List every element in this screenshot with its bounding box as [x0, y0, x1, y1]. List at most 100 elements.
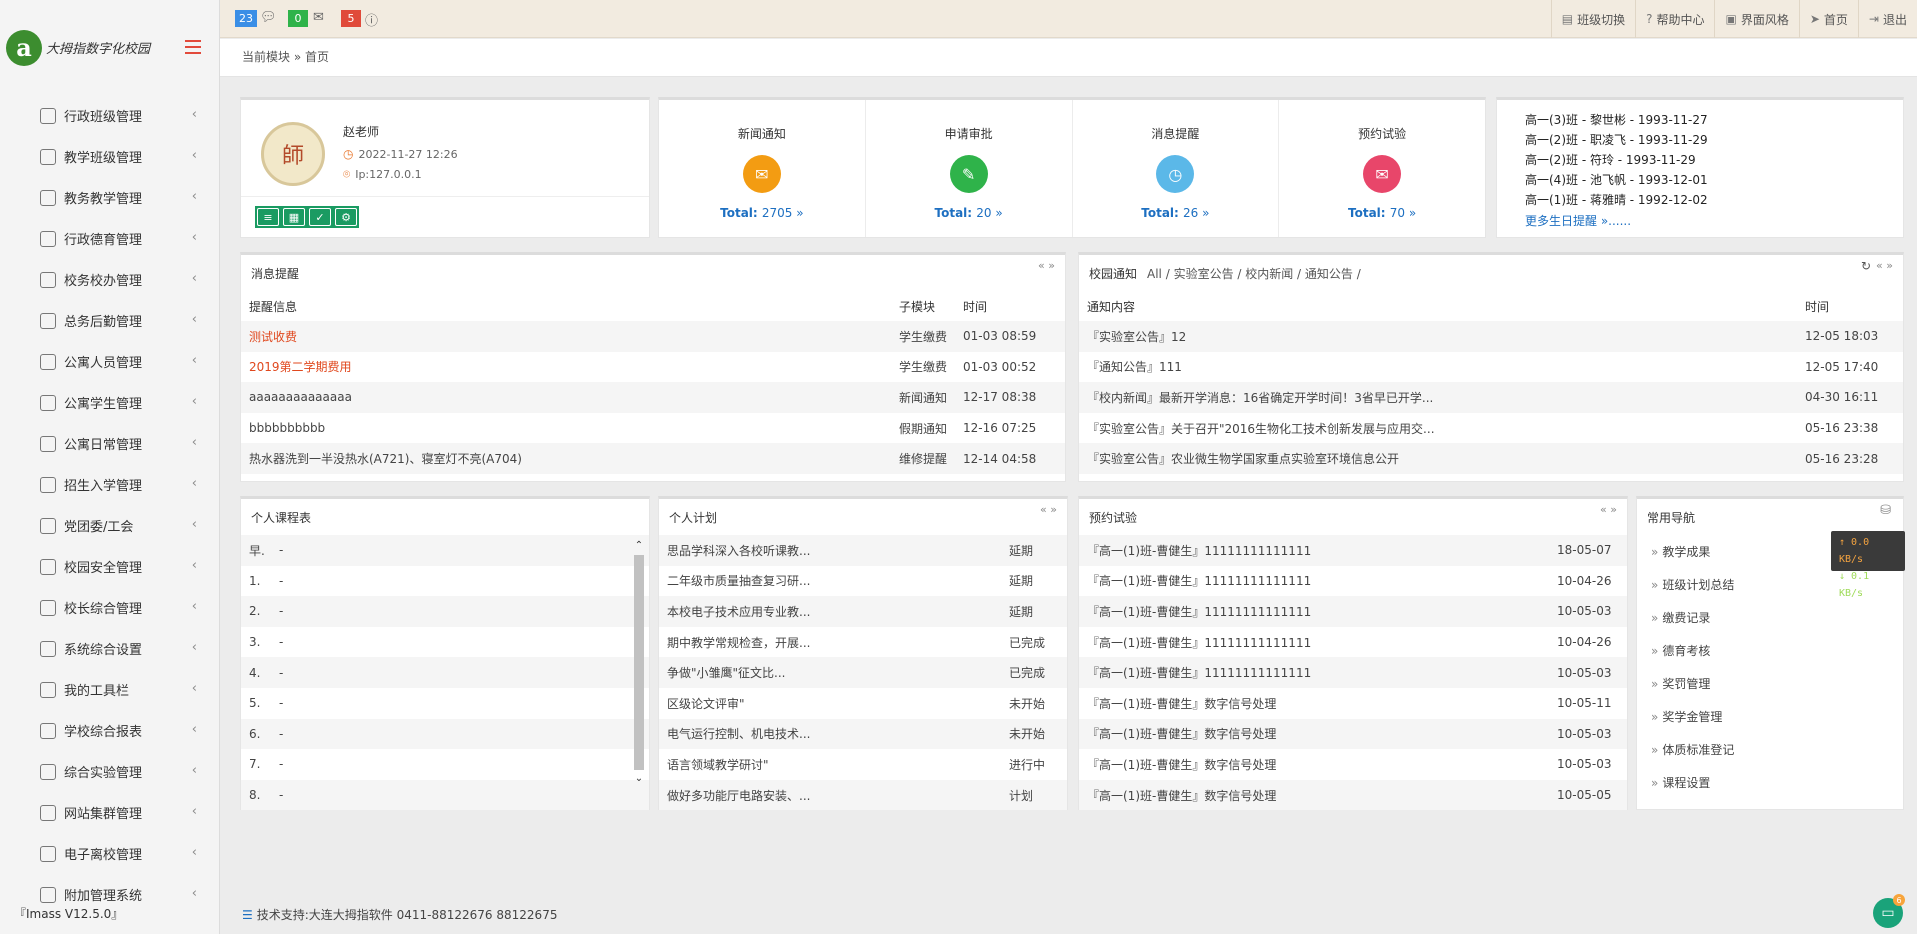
refresh-icon[interactable]: ↻	[1861, 259, 1871, 273]
sidebar-item[interactable]: 网站集群管理 ‹	[0, 792, 219, 833]
sidebar-item[interactable]: 校园安全管理 ‹	[0, 546, 219, 587]
sidebar-item[interactable]: 校务校办管理 ‹	[0, 259, 219, 300]
quicknav-item[interactable]: » 德育考核	[1637, 634, 1903, 667]
mail-icon[interactable]: ✉	[313, 10, 329, 25]
table-row[interactable]: 『高一(1)班-曹健生』11111111111111 10-05-03	[1079, 596, 1627, 627]
chat-widget-button[interactable]: ▭ 6	[1873, 894, 1905, 928]
table-row[interactable]: 『实验室公告』关于召开"2016生物化工技术创新发展与应用交... 05-16 2…	[1079, 413, 1903, 444]
notice-content[interactable]: 『实验室公告』关于召开"2016生物化工技术创新发展与应用交...	[1079, 413, 1797, 444]
schedule-scroll-area[interactable]: 早. -1. -2. -3. -4. -5. -6. -7. -8. - ⌃ ⌄	[241, 535, 649, 811]
message-info[interactable]: 测试收费	[241, 321, 891, 352]
reserve-name[interactable]: 『高一(1)班-曹健生』11111111111111	[1079, 535, 1549, 566]
stat-total[interactable]: Total: 20 »	[866, 206, 1072, 220]
check-action-icon[interactable]: ✓	[309, 208, 331, 226]
table-row[interactable]: 本校电子技术应用专业教... 延期	[659, 596, 1067, 627]
mail-count-badge[interactable]: 0	[288, 10, 308, 27]
notice-content[interactable]: 『实验室公告』12	[1079, 321, 1797, 352]
sidebar-item[interactable]: 公寓人员管理 ‹	[0, 341, 219, 382]
stat-total[interactable]: Total: 2705 »	[659, 206, 865, 220]
stat-total[interactable]: Total: 26 »	[1073, 206, 1279, 220]
theme-link[interactable]: ▣ 界面风格	[1714, 0, 1798, 38]
sidebar-item[interactable]: 校长综合管理 ‹	[0, 587, 219, 628]
collapse-arrows-icon[interactable]: « »	[1040, 503, 1057, 516]
table-row[interactable]: 争做"小雏鹰"征文比... 已完成	[659, 657, 1067, 688]
collapse-arrows-icon[interactable]: « »	[1600, 503, 1617, 516]
brand-logo[interactable]: a 大拇指数字化校园	[0, 0, 219, 95]
table-row[interactable]: 『实验室公告』12 12-05 18:03	[1079, 321, 1903, 352]
table-row[interactable]: 『高一(1)班-曹健生』数字信号处理 10-05-11	[1079, 688, 1627, 719]
sidebar-item[interactable]: 行政德育管理 ‹	[0, 218, 219, 259]
id-card-action-icon[interactable]: ▦	[283, 208, 305, 226]
settings-action-icon[interactable]: ⚙	[335, 208, 357, 226]
reserve-name[interactable]: 『高一(1)班-曹健生』数字信号处理	[1079, 749, 1549, 780]
notice-category-filter[interactable]: All / 实验室公告 / 校内新闻 / 通知公告 /	[1147, 265, 1361, 282]
notice-content[interactable]: 『通知公告』111	[1079, 352, 1797, 383]
reserve-name[interactable]: 『高一(1)班-曹健生』11111111111111	[1079, 566, 1549, 597]
table-row[interactable]: 『高一(1)班-曹健生』11111111111111 10-05-03	[1079, 657, 1627, 688]
table-row[interactable]: 『校内新闻』最新开学消息：16省确定开学时间！3省早已开学... 04-30 16…	[1079, 382, 1903, 413]
message-count-badge[interactable]: 23	[235, 10, 257, 27]
plan-name[interactable]: 区级论文评审"	[659, 688, 1001, 719]
stat-card[interactable]: 消息提醒 ◷ Total: 26 »	[1073, 100, 1280, 237]
sidebar-item[interactable]: 教务教学管理 ‹	[0, 177, 219, 218]
table-row[interactable]: 『高一(1)班-曹健生』11111111111111 10-04-26	[1079, 566, 1627, 597]
plan-name[interactable]: 争做"小雏鹰"征文比...	[659, 657, 1001, 688]
sidebar-item[interactable]: 综合实验管理 ‹	[0, 751, 219, 792]
stat-total[interactable]: Total: 70 »	[1279, 206, 1485, 220]
database-settings-icon[interactable]: ⛁	[1880, 503, 1891, 518]
schedule-scrollbar[interactable]: ⌃ ⌄	[633, 539, 645, 799]
alert-count-badge[interactable]: 5	[341, 10, 361, 27]
info-icon[interactable]: ⓘ	[365, 10, 381, 29]
table-row[interactable]: aaaaaaaaaaaaaa 新闻通知 12-17 08:38	[241, 382, 1065, 413]
table-row[interactable]: 『实验室公告』农业微生物学国家重点实验室环境信息公开 05-16 23:28	[1079, 443, 1903, 474]
sidebar-item[interactable]: 我的工具栏 ‹	[0, 669, 219, 710]
sidebar-item[interactable]: 党团委/工会 ‹	[0, 505, 219, 546]
notice-content[interactable]: 『实验室公告』农业微生物学国家重点实验室环境信息公开	[1079, 443, 1797, 474]
scroll-up-icon[interactable]: ⌃	[633, 539, 645, 553]
quicknav-item[interactable]: » 奖学金管理	[1637, 700, 1903, 733]
table-row[interactable]: 2019第二学期费用 学生缴费 01-03 00:52	[241, 352, 1065, 383]
sidebar-item[interactable]: 公寓日常管理 ‹	[0, 423, 219, 464]
reserve-name[interactable]: 『高一(1)班-曹健生』数字信号处理	[1079, 779, 1549, 811]
message-info[interactable]: 2019第二学期费用	[241, 352, 891, 383]
plan-name[interactable]: 做好多功能厅电路安装、...	[659, 779, 1001, 811]
quicknav-item[interactable]: » 奖罚管理	[1637, 667, 1903, 700]
plan-name[interactable]: 思品学科深入各校听课教...	[659, 535, 1001, 566]
logout-link[interactable]: ⇥ 退出	[1857, 0, 1917, 38]
table-row[interactable]: 电气运行控制、机电技术... 未开始	[659, 718, 1067, 750]
sidebar-item[interactable]: 公寓学生管理 ‹	[0, 382, 219, 423]
scroll-thumb[interactable]	[634, 555, 644, 770]
quicknav-item[interactable]: » 课程设置	[1637, 766, 1903, 799]
plan-name[interactable]: 语言领域教学研讨"	[659, 749, 1001, 780]
chat-icon[interactable]: 💬︎	[260, 10, 277, 25]
breadcrumb-current[interactable]: 首页	[305, 50, 329, 64]
table-row[interactable]: 做好多功能厅电路安装、... 计划	[659, 779, 1067, 811]
message-info[interactable]: aaaaaaaaaaaaaa	[241, 382, 891, 413]
plan-name[interactable]: 本校电子技术应用专业教...	[659, 596, 1001, 627]
table-row[interactable]: bbbbbbbbbb 假期通知 12-16 07:25	[241, 413, 1065, 444]
table-row[interactable]: 『高一(1)班-曹健生』数字信号处理 10-05-03	[1079, 718, 1627, 750]
scroll-down-icon[interactable]: ⌄	[633, 772, 645, 786]
stat-card[interactable]: 预约试验 ✉ Total: 70 »	[1279, 100, 1485, 237]
menu-toggle-icon[interactable]	[185, 40, 201, 54]
table-row[interactable]: 区级论文评审" 未开始	[659, 688, 1067, 719]
message-info[interactable]: bbbbbbbbbb	[241, 413, 891, 444]
plan-name[interactable]: 期中教学常规检查，开展...	[659, 627, 1001, 658]
sidebar-item[interactable]: 系统综合设置 ‹	[0, 628, 219, 669]
table-row[interactable]: 『高一(1)班-曹健生』数字信号处理 10-05-03	[1079, 749, 1627, 780]
collapse-arrows-icon[interactable]: « »	[1038, 259, 1055, 272]
sidebar-item[interactable]: 行政班级管理 ‹	[0, 95, 219, 136]
stat-card[interactable]: 申请审批 ✎ Total: 20 »	[866, 100, 1073, 237]
table-row[interactable]: 『高一(1)班-曹健生』数字信号处理 10-05-05	[1079, 779, 1627, 811]
home-link[interactable]: ➤ 首页	[1798, 0, 1858, 38]
plan-name[interactable]: 电气运行控制、机电技术...	[659, 718, 1001, 750]
sidebar-item[interactable]: 总务后勤管理 ‹	[0, 300, 219, 341]
reserve-name[interactable]: 『高一(1)班-曹健生』11111111111111	[1079, 596, 1549, 627]
notice-content[interactable]: 『校内新闻』最新开学消息：16省确定开学时间！3省早已开学...	[1079, 382, 1797, 413]
quicknav-item[interactable]: » 缴费记录	[1637, 601, 1903, 634]
plan-name[interactable]: 二年级市质量抽查复习研...	[659, 566, 1001, 597]
table-row[interactable]: 语言领域教学研讨" 进行中	[659, 749, 1067, 780]
quicknav-item[interactable]: » 体质标准登记	[1637, 733, 1903, 766]
sidebar-item[interactable]: 电子离校管理 ‹	[0, 833, 219, 874]
table-row[interactable]: 热水器洗到一半没热水(A721)、寝室灯不亮(A704) 维修提醒 12-14 04…	[241, 443, 1065, 474]
